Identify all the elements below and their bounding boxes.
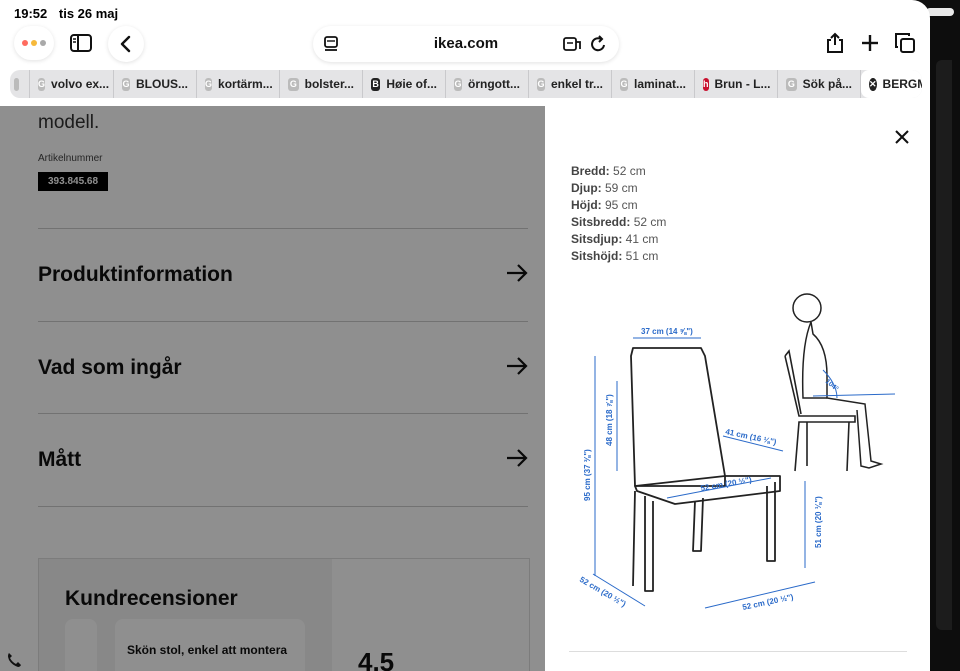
tab-label: enkel tr... bbox=[550, 77, 603, 91]
tab-brun[interactable]: h Brun - L... bbox=[695, 70, 778, 98]
chevron-left-icon bbox=[120, 35, 131, 53]
page-content: modell. Artikelnummer 393.845.68 Produkt… bbox=[0, 106, 930, 671]
spec-value: 51 cm bbox=[625, 249, 659, 263]
tab-hoie[interactable]: B Høie of... bbox=[363, 70, 446, 98]
chair-dimension-diagram: 37 cm (14 ⅝") 48 cm (18 ⅞") 95 cm (37 ⅜"… bbox=[578, 293, 896, 612]
dot-grey bbox=[40, 40, 46, 46]
tab-partial[interactable] bbox=[10, 70, 30, 98]
spec-row: Sitsdjup: 41 cm bbox=[571, 231, 666, 248]
h-favicon-icon: h bbox=[703, 77, 709, 91]
dim-back-height: 48 cm (18 ⅞") bbox=[605, 394, 614, 446]
spec-label: Bredd: bbox=[571, 164, 610, 178]
reload-icon[interactable] bbox=[591, 35, 607, 53]
spec-label: Djup: bbox=[571, 181, 602, 195]
dot-yellow bbox=[31, 40, 37, 46]
share-icon[interactable] bbox=[820, 28, 850, 58]
phone-icon[interactable] bbox=[6, 652, 22, 668]
spec-label: Sitshöjd: bbox=[571, 249, 623, 263]
tab-overview-icon[interactable] bbox=[890, 28, 920, 58]
modal-overlay[interactable] bbox=[0, 106, 545, 671]
window-controls[interactable] bbox=[14, 26, 54, 60]
side-chair bbox=[784, 349, 856, 472]
tab-label: Høie of... bbox=[386, 77, 437, 91]
multitasking-indicator[interactable] bbox=[926, 8, 954, 16]
google-icon: G bbox=[537, 77, 545, 91]
google-icon bbox=[14, 77, 19, 91]
spec-label: Sitsdjup: bbox=[571, 232, 623, 246]
close-icon[interactable] bbox=[893, 128, 911, 146]
close-tab-icon[interactable]: ✕ bbox=[869, 77, 877, 91]
dim-back-width: 37 cm (14 ⅝") bbox=[641, 327, 693, 336]
google-icon: G bbox=[288, 77, 299, 91]
tab-blous[interactable]: G BLOUS... bbox=[114, 70, 197, 98]
chair-drawing bbox=[630, 347, 781, 592]
tab-label: kortärm... bbox=[218, 77, 273, 91]
translate-icon[interactable] bbox=[563, 36, 581, 52]
right-background bbox=[926, 0, 960, 671]
tab-label: Sök på... bbox=[802, 77, 852, 91]
tab-orngott[interactable]: Görngott... bbox=[446, 70, 529, 98]
spec-row: Djup: 59 cm bbox=[571, 180, 666, 197]
dimensions-panel: Bredd: 52 cm Djup: 59 cm Höjd: 95 cm Sit… bbox=[545, 106, 930, 671]
new-tab-icon[interactable] bbox=[855, 28, 885, 58]
sidebar-icon[interactable] bbox=[66, 28, 96, 58]
tab-bergm[interactable]: ✕ BERGM... bbox=[861, 70, 922, 98]
spec-value: 59 cm bbox=[605, 181, 638, 195]
spec-value: 52 cm bbox=[613, 164, 646, 178]
spec-row: Bredd: 52 cm bbox=[571, 163, 666, 180]
tab-bolster[interactable]: Gbolster... bbox=[280, 70, 363, 98]
tab-bar: Gvolvo ex... G BLOUS... Gkortärm... Gbols… bbox=[10, 70, 922, 98]
background-app bbox=[936, 60, 952, 630]
panel-divider bbox=[569, 651, 907, 652]
tab-kortarm[interactable]: Gkortärm... bbox=[197, 70, 280, 98]
dim-angle: 104° bbox=[824, 377, 840, 393]
tab-sok[interactable]: G Sök på... bbox=[778, 70, 861, 98]
tab-label: BERGM... bbox=[882, 77, 922, 91]
tab-label: örngott... bbox=[468, 77, 520, 91]
tab-enkel[interactable]: Genkel tr... bbox=[529, 70, 612, 98]
back-button[interactable] bbox=[108, 26, 144, 62]
browser-window: 19:52 tis 26 maj ikea.com G volvo ex... … bbox=[0, 0, 930, 671]
tab-label: laminat... bbox=[633, 77, 686, 91]
dim-seat-depth: 41 cm (16 ⅛") bbox=[725, 427, 778, 447]
dim-seat-height: 51 cm (20 ⅛") bbox=[814, 496, 823, 548]
spec-row: Höjd: 95 cm bbox=[571, 197, 666, 214]
status-date: tis 26 maj bbox=[58, 6, 119, 21]
tab-label: Brun - L... bbox=[714, 77, 771, 91]
dimension-lines bbox=[592, 337, 896, 609]
google-icon: G bbox=[205, 77, 213, 91]
b-favicon-icon: B bbox=[371, 77, 381, 91]
tab-label: bolster... bbox=[304, 77, 354, 91]
dot-red bbox=[22, 40, 28, 46]
tab-volvo[interactable]: Gvolvo ex... bbox=[30, 70, 114, 98]
spec-value: 41 cm bbox=[625, 232, 659, 246]
spec-value: 52 cm bbox=[633, 215, 667, 229]
google-icon: G bbox=[38, 77, 46, 91]
spec-label: Höjd: bbox=[571, 198, 602, 212]
spec-value: 95 cm bbox=[605, 198, 638, 212]
google-icon: G bbox=[786, 77, 797, 91]
browser-toolbar: ikea.com bbox=[0, 22, 930, 66]
google-icon: G bbox=[454, 77, 463, 91]
status-bar: 19:52 tis 26 maj bbox=[14, 6, 126, 21]
spec-row: Sitsbredd: 52 cm bbox=[571, 214, 666, 231]
google-icon: G bbox=[122, 77, 130, 91]
status-time: 19:52 bbox=[14, 6, 48, 21]
dim-total-height: 95 cm (37 ⅜") bbox=[583, 449, 592, 501]
tab-laminat[interactable]: Glaminat... bbox=[612, 70, 695, 98]
spec-label: Sitsbredd: bbox=[571, 215, 631, 229]
tab-label: BLOUS... bbox=[135, 77, 188, 91]
dim-base-width: 52 cm (20 ½") bbox=[742, 592, 795, 612]
google-icon: G bbox=[620, 77, 628, 91]
tab-label: volvo ex... bbox=[51, 77, 110, 91]
spec-list: Bredd: 52 cm Djup: 59 cm Höjd: 95 cm Sit… bbox=[571, 163, 666, 265]
address-bar[interactable]: ikea.com bbox=[313, 26, 619, 62]
spec-row: Sitshöjd: 51 cm bbox=[571, 248, 666, 265]
